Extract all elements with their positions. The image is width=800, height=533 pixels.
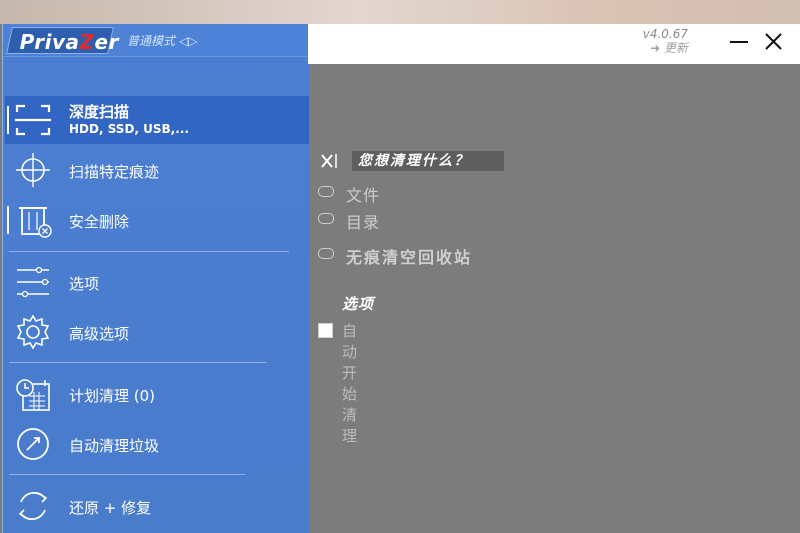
- sidebar-item-label: 还原 + 修复: [69, 499, 152, 517]
- sidebar-item-sublabel: HDD, SSD, USB,...: [69, 122, 189, 136]
- option-checkbox[interactable]: [318, 213, 334, 224]
- calendar-clock-icon: [16, 379, 50, 411]
- mode-arrows-icon[interactable]: ◁▷: [179, 34, 197, 48]
- title-bar: PrivaZer 普通模式 ◁▷: [3, 24, 309, 57]
- mode-label: 普通模式: [127, 34, 176, 48]
- trash-delete-icon: [19, 207, 52, 238]
- app-logo: PrivaZer: [6, 27, 119, 54]
- options-section-title: 选项: [342, 295, 375, 313]
- sidebar-divider: [9, 251, 289, 252]
- restore-icon: [18, 491, 48, 521]
- sidebar-item-restore-repair[interactable]: 还原 + 修复: [5, 482, 309, 530]
- question-title: 您想清理什么？: [352, 151, 504, 171]
- auto-clean-checkbox[interactable]: [318, 323, 333, 338]
- sidebar-item-label: 计划清理 (0): [69, 387, 156, 405]
- option-label: 目录: [346, 213, 381, 232]
- sidebar-divider: [9, 362, 267, 363]
- item-marker: [7, 206, 9, 234]
- option-checkbox[interactable]: [318, 248, 334, 259]
- deselect-all-icon[interactable]: [320, 151, 338, 171]
- sidebar-item-auto-clean-junk[interactable]: 自动清理垃圾: [5, 420, 309, 468]
- scan-frame-icon: [15, 104, 51, 136]
- sliders-icon: [17, 266, 49, 298]
- sidebar-item-label: 自动清理垃圾: [69, 437, 160, 455]
- option-label: 无痕清空回收站: [346, 248, 473, 267]
- sidebar-item-label: 深度扫描: [69, 103, 130, 121]
- app-window: PrivaZer 普通模式 ◁▷ 深度扫描 HDD, SSD, USB,... 扫…: [0, 24, 800, 533]
- active-marker: [7, 106, 9, 134]
- logo-text-z: Z: [79, 30, 95, 54]
- crosshair-icon: [16, 153, 50, 187]
- main-content: 您想清理什么？ 文件 目录 无痕清空回收站 选项 自动开始清理: [308, 64, 800, 533]
- top-bar: v4.0.67 ➜ 更新: [308, 24, 800, 64]
- desktop-background: [0, 0, 800, 24]
- option-checkbox[interactable]: [318, 186, 334, 197]
- sidebar-item-label: 选项: [69, 275, 100, 293]
- mode-switch[interactable]: 普通模式 ◁▷: [127, 32, 197, 49]
- close-icon[interactable]: [762, 30, 786, 54]
- sidebar-item-label: 安全删除: [69, 213, 130, 231]
- sidebar-item-scheduled-clean[interactable]: 计划清理 (0): [5, 370, 309, 418]
- sidebar-item-deep-scan[interactable]: 深度扫描 HDD, SSD, USB,...: [5, 96, 309, 144]
- sidebar-item-advanced-options[interactable]: 高级选项: [5, 308, 309, 356]
- sidebar-item-label: 高级选项: [69, 325, 130, 343]
- minimize-icon[interactable]: [728, 30, 752, 54]
- logo-text-part2: er: [94, 30, 119, 54]
- logo-text-part1: Priva: [19, 30, 80, 54]
- sidebar-item-label: 扫描特定痕迹: [69, 163, 160, 181]
- sidebar-item-secure-delete[interactable]: 安全删除: [5, 196, 309, 244]
- update-link[interactable]: ➜ 更新: [650, 39, 688, 56]
- sidebar: PrivaZer 普通模式 ◁▷ 深度扫描 HDD, SSD, USB,... 扫…: [2, 24, 309, 533]
- auto-clean-label: 自动开始清理: [342, 322, 358, 445]
- gauge-icon: [17, 428, 49, 460]
- option-label: 文件: [346, 186, 381, 205]
- sidebar-divider: [9, 474, 245, 475]
- sidebar-item-scan-specific[interactable]: 扫描特定痕迹: [5, 146, 309, 194]
- gear-icon: [16, 314, 50, 350]
- sidebar-item-options[interactable]: 选项: [5, 258, 309, 306]
